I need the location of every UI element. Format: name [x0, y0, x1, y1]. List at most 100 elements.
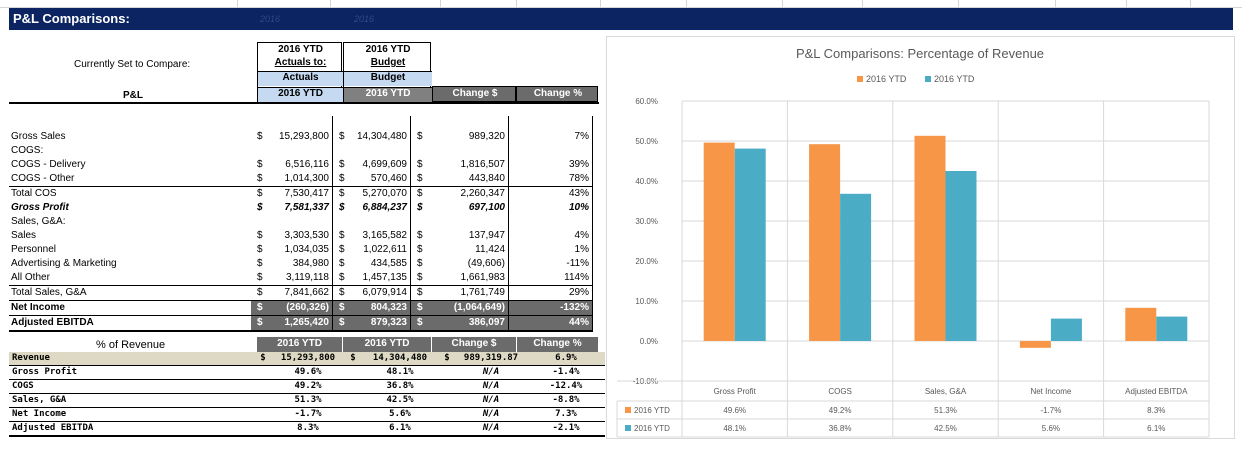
y-tick-label: 40.0% — [635, 177, 658, 186]
row-label: COGS - Other — [11, 173, 75, 184]
row-value: $ — [345, 352, 361, 366]
row-value — [255, 407, 271, 422]
x-tick-label: Adjusted EBITDA — [1125, 387, 1188, 396]
row-value: 1,457,135 — [349, 271, 411, 286]
table-row: COGS 49.2% 36.8% N/A -12.4% — [9, 379, 605, 394]
row-value: $ — [339, 258, 345, 269]
row-value: $ — [257, 159, 263, 170]
table-row — [9, 116, 593, 130]
row-value: 49.2% — [271, 379, 345, 394]
row-value — [508, 215, 593, 229]
y-tick-label: 60.0% — [635, 97, 658, 106]
row-label: COGS — [9, 379, 255, 394]
table-row: Gross Profit 49.6% 48.1% N/A -1.4% — [9, 365, 605, 380]
pl-label: P&L — [123, 90, 143, 101]
row-value: 14,304,480 — [361, 352, 439, 366]
row-value — [251, 116, 267, 130]
row-label: Personnel — [11, 244, 57, 255]
row-value: -1.7% — [271, 407, 345, 422]
row-value — [439, 365, 455, 380]
row-value — [411, 116, 428, 130]
row-value: $ — [257, 244, 263, 255]
table-row: Revenue $15,293,800 $14,304,480 $989,319.87… — [9, 352, 605, 366]
sheet-gridlines — [0, 0, 1242, 8]
y-tick-label: 50.0% — [635, 137, 658, 146]
row-value: 44% — [508, 315, 593, 332]
header-label: 2016 YTD — [277, 338, 322, 349]
legend-key-label: 2016 YTD — [634, 406, 670, 415]
header-label: 2016 YTD — [364, 338, 410, 349]
rev-header-cell: 2016 YTD — [257, 337, 342, 352]
legend-key-swatch — [625, 425, 631, 431]
row-label: Gross Profit — [11, 202, 69, 213]
data-label: 6.1% — [1147, 424, 1165, 433]
row-value: 6,884,237 — [349, 201, 411, 215]
row-value: 443,840 — [427, 172, 509, 187]
x-tick-label: Gross Profit — [714, 387, 757, 396]
row-label: Sales, G&A: — [11, 216, 66, 227]
row-value — [427, 144, 509, 158]
row-value: -11% — [508, 257, 593, 271]
rev-header-cell: Change $ — [432, 337, 516, 352]
row-label: COGS: — [11, 145, 44, 156]
row-value — [255, 393, 271, 408]
row-value — [267, 116, 333, 130]
row-value: (49,606) — [427, 257, 509, 271]
row-value: $ — [417, 272, 423, 283]
legend-key-swatch — [625, 407, 631, 413]
row-value: 570,460 — [349, 172, 411, 187]
row-value — [345, 421, 361, 437]
revenue-table: Revenue $15,293,800 $14,304,480 $989,319.87… — [9, 352, 605, 437]
row-label — [9, 116, 251, 130]
section-header-bar: P&L Comparisons: 2016 2016 — [9, 8, 1233, 30]
row-value: $ — [339, 131, 345, 142]
row-value: $ — [417, 258, 423, 269]
row-value: $ — [251, 300, 267, 316]
row-value: $ — [251, 315, 267, 332]
row-value — [439, 407, 455, 422]
row-value: 7,530,417 — [267, 186, 333, 201]
row-value: 386,097 — [427, 315, 509, 332]
row-value: N/A — [455, 379, 527, 394]
row-value — [345, 393, 361, 408]
y-tick-label: 30.0% — [635, 217, 658, 226]
row-value: $ — [339, 230, 345, 241]
row-value — [349, 215, 411, 229]
table-row: Sales $3,303,530 $3,165,582 $137,947 4% — [9, 229, 593, 243]
row-value: 11,424 — [427, 243, 509, 257]
chart-container[interactable]: P&L Comparisons: Percentage of Revenue 20… — [606, 36, 1235, 439]
row-value: 6,516,116 — [267, 158, 333, 172]
table-row: Adjusted EBITDA $1,265,420 $879,323 $386,09… — [9, 315, 593, 332]
table-row: COGS: — [9, 144, 593, 158]
row-value: 697,100 — [427, 201, 509, 215]
row-value: 7,841,662 — [267, 285, 333, 301]
x-tick-label: Net Income — [1030, 387, 1071, 396]
change-pct-header: Change % — [516, 86, 598, 102]
row-value: $ — [257, 202, 263, 213]
row-value: 384,980 — [267, 257, 333, 271]
row-value: N/A — [455, 421, 527, 437]
hidden-year-cell: 2016 — [260, 14, 281, 24]
row-value: 48.1% — [361, 365, 439, 380]
bar-chart: P&L Comparisons: Percentage of Revenue 20… — [616, 46, 1210, 438]
header-label: Change % — [533, 338, 582, 349]
row-value: $ — [332, 186, 349, 201]
row-value: 434,585 — [349, 257, 411, 271]
row-value: $ — [410, 186, 427, 201]
x-tick-label: COGS — [828, 387, 852, 396]
data-label: 8.3% — [1147, 406, 1165, 415]
row-value — [411, 215, 428, 229]
row-value: $ — [257, 258, 263, 269]
budget-selector[interactable]: 2016 YTD Budget Budget 2016 YTD — [343, 42, 432, 102]
row-value — [427, 116, 509, 130]
row-value: -12.4% — [527, 379, 605, 394]
table-row: Gross Sales $15,293,800 $14,304,480 $989,32… — [9, 130, 593, 144]
actuals-selector[interactable]: 2016 YTD Actuals to: Actuals 2016 YTD — [257, 42, 343, 102]
row-value: $ — [417, 230, 423, 241]
bar — [734, 148, 766, 341]
row-value — [349, 116, 411, 130]
row-label: Gross Profit — [9, 365, 255, 380]
hidden-year-cell: 2016 — [354, 14, 375, 24]
row-value: $ — [417, 202, 423, 213]
row-value: 15,293,800 — [267, 130, 333, 144]
